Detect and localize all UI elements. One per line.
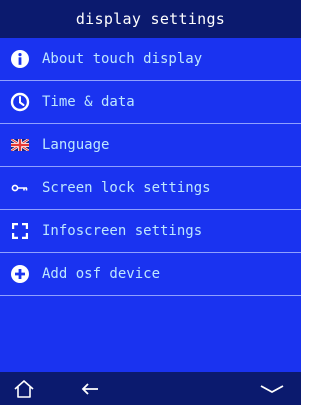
- uk-flag-icon: [10, 135, 30, 155]
- menu-item-add-osf-device[interactable]: Add osf device: [0, 253, 301, 296]
- menu-item-label: Add osf device: [42, 266, 161, 282]
- menu-item-time-and-data[interactable]: Time & data: [0, 81, 301, 124]
- menu-item-label: Infoscreen settings: [42, 223, 203, 239]
- menu-item-infoscreen-settings[interactable]: Infoscreen settings: [0, 210, 301, 253]
- plus-circle-icon: [10, 264, 30, 284]
- menu-item-about-touch-display[interactable]: About touch display: [0, 38, 301, 81]
- key-icon: [10, 178, 30, 198]
- settings-menu: About touch display Time & data Language…: [0, 38, 301, 296]
- clock-icon: [10, 92, 30, 112]
- display-settings-screen: display settings About touch display Tim…: [0, 0, 301, 405]
- menu-item-label: Screen lock settings: [42, 180, 211, 196]
- header-bar: display settings: [0, 0, 301, 38]
- chevron-down-icon[interactable]: [258, 376, 286, 402]
- home-icon[interactable]: [10, 376, 38, 402]
- menu-item-screen-lock-settings[interactable]: Screen lock settings: [0, 167, 301, 210]
- menu-item-label: About touch display: [42, 51, 203, 67]
- menu-item-label: Language: [42, 137, 110, 153]
- back-arrow-icon[interactable]: [76, 376, 104, 402]
- menu-item-label: Time & data: [42, 94, 135, 110]
- footer-nav-bar: [0, 372, 301, 405]
- info-icon: [10, 49, 30, 69]
- fullscreen-brackets-icon: [10, 221, 30, 241]
- menu-item-language[interactable]: Language: [0, 124, 301, 167]
- page-title: display settings: [75, 10, 226, 28]
